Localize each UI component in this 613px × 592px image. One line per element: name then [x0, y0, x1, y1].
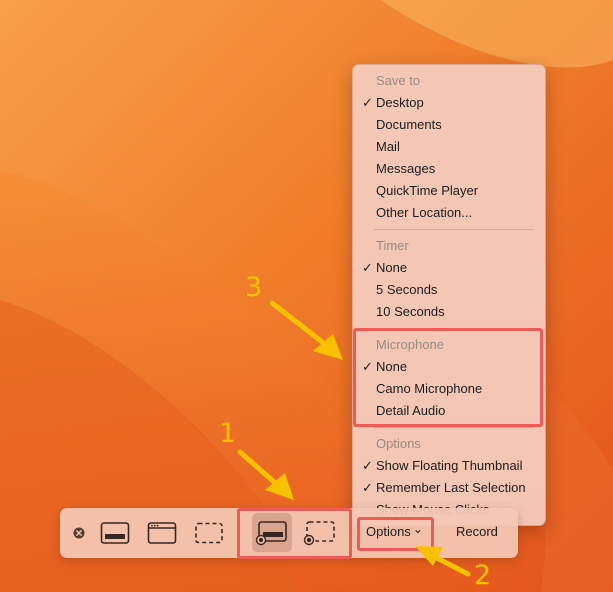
highlight-box-record-modes [237, 508, 352, 559]
capture-window-icon [147, 522, 177, 544]
highlight-box-microphone [353, 328, 543, 427]
menu-item-remember-last-selection[interactable]: ✓ Remember Last Selection [353, 477, 545, 499]
capture-window-button[interactable] [145, 508, 179, 558]
menu-item-messages[interactable]: Messages [353, 158, 545, 180]
capture-entire-screen-icon [100, 522, 130, 544]
annotation-number-2: 2 [474, 560, 492, 591]
menu-separator [374, 427, 533, 428]
capture-selection-icon [195, 522, 223, 544]
menu-item-mail[interactable]: Mail [353, 136, 545, 158]
highlight-box-options [357, 517, 434, 551]
checkmark-icon: ✓ [362, 480, 373, 495]
annotation-number-3: 3 [245, 272, 263, 303]
checkmark-icon: ✓ [362, 260, 373, 275]
menu-item-timer-none[interactable]: ✓ None [353, 257, 545, 279]
menu-item-other-location[interactable]: Other Location... [353, 202, 545, 224]
annotation-number-1: 1 [219, 418, 237, 449]
checkmark-icon: ✓ [362, 458, 373, 473]
menu-item-10-seconds[interactable]: 10 Seconds [353, 301, 545, 323]
menu-header-options: Options [376, 436, 421, 451]
menu-item-desktop[interactable]: ✓ Desktop [353, 92, 545, 114]
capture-selection-button[interactable] [192, 508, 226, 558]
checkmark-icon: ✓ [362, 95, 373, 110]
record-button[interactable]: Record [456, 524, 498, 539]
menu-header-save-to: Save to [376, 73, 421, 88]
menu-item-documents[interactable]: Documents [353, 114, 545, 136]
menu-item-quicktime-player[interactable]: QuickTime Player [353, 180, 545, 202]
close-icon [73, 527, 85, 539]
menu-item-5-seconds[interactable]: 5 Seconds [353, 279, 545, 301]
capture-entire-screen-button[interactable] [98, 508, 132, 558]
menu-separator [374, 229, 533, 230]
close-button[interactable] [69, 508, 89, 558]
options-menu: Save to ✓ Desktop Documents Mail Messages… [352, 64, 546, 526]
menu-header-timer: Timer [376, 238, 409, 253]
menu-item-show-floating-thumbnail[interactable]: ✓ Show Floating Thumbnail [353, 455, 545, 477]
